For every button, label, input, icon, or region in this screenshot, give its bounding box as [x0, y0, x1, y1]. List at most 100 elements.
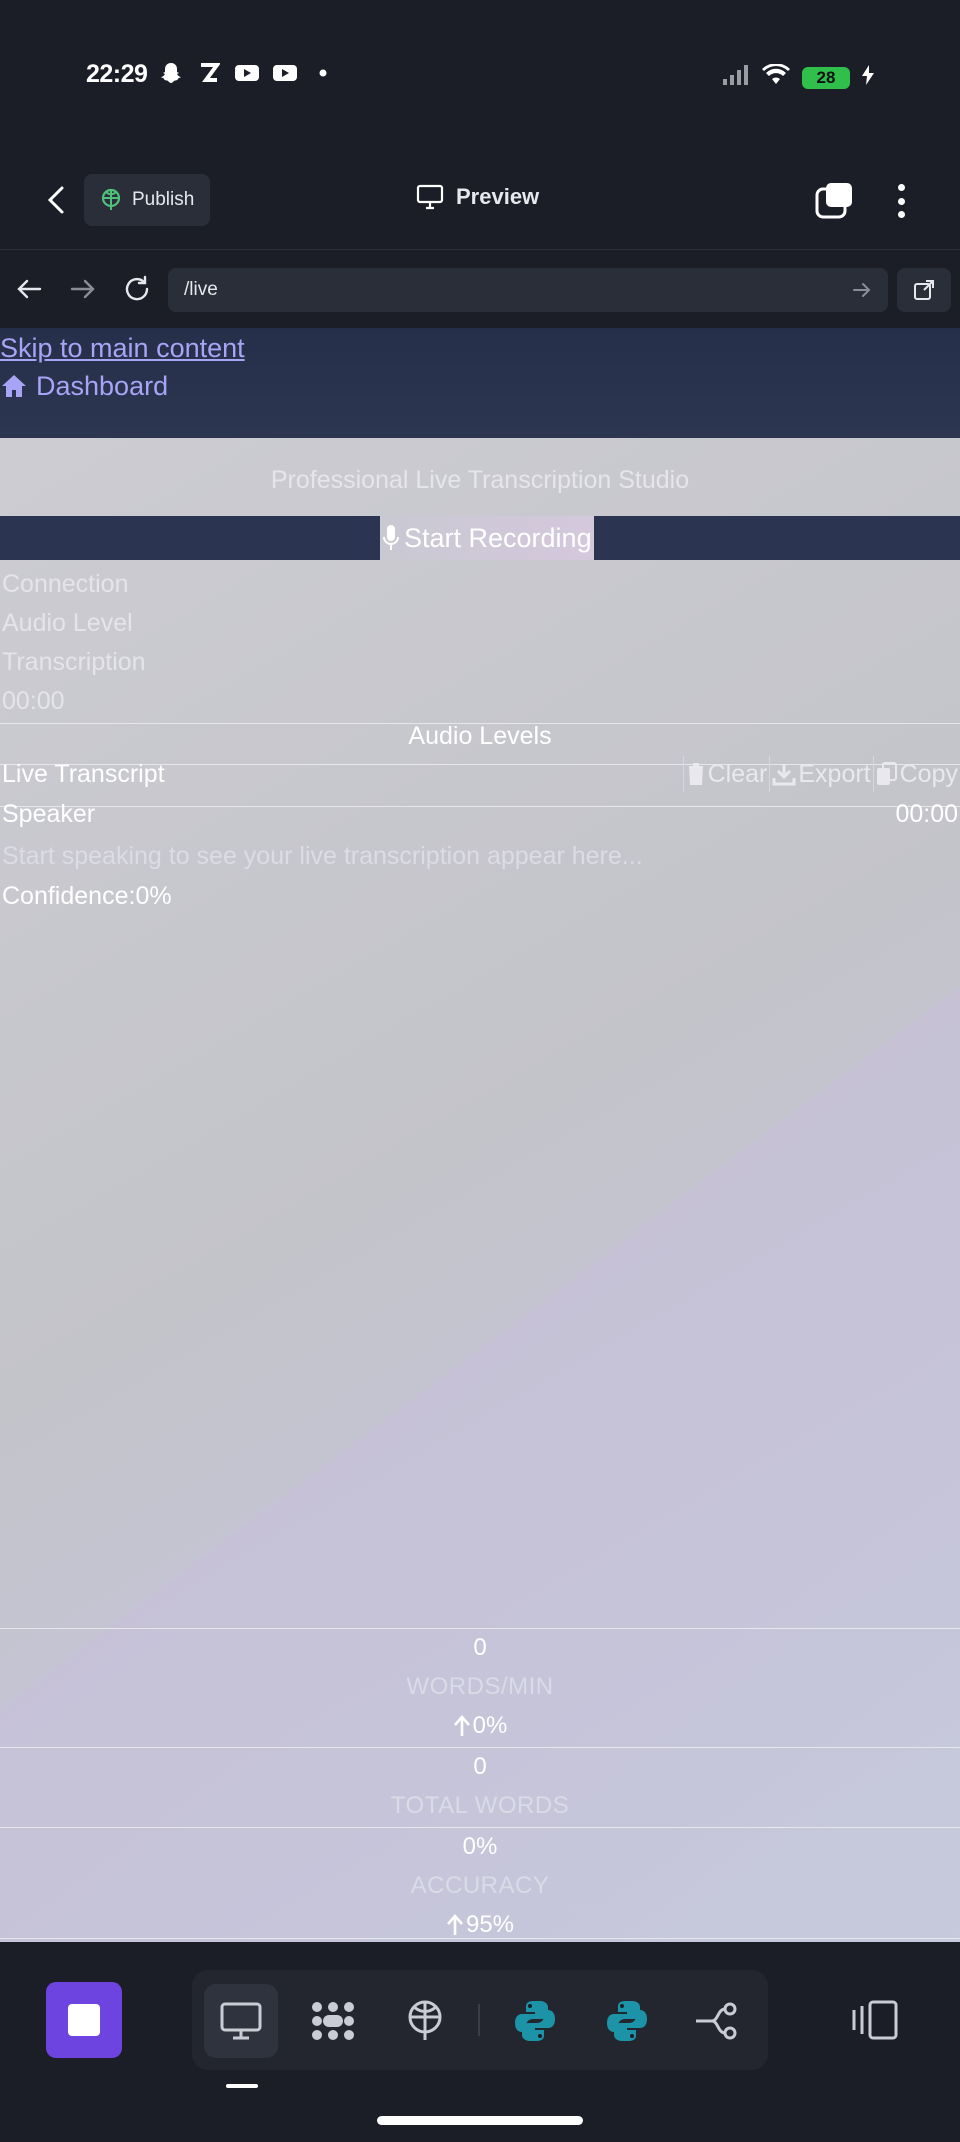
open-external-button[interactable] — [897, 268, 951, 312]
metric-total-words-label: TOTAL WORDS — [390, 1792, 570, 1819]
bottom-toolbar — [0, 1942, 960, 2142]
youtube-icon — [234, 62, 260, 84]
youtube-icon — [272, 62, 298, 84]
status-transcription: Transcription — [2, 648, 146, 676]
live-transcript-title: Live Transcript — [2, 760, 165, 788]
dashboard-link[interactable]: Dashboard — [0, 366, 960, 406]
preview-label: Preview — [456, 184, 540, 209]
side-panel-icon — [852, 2000, 898, 2040]
metric-accuracy-change: 95% — [0, 1911, 960, 1939]
pipelines-icon — [312, 2002, 354, 2040]
confidence-readout: Confidence:0% — [2, 882, 172, 911]
transcription-studio: Professional Live Transcription Studio S… — [0, 438, 960, 1942]
arrow-left-icon — [17, 279, 42, 299]
metric-accuracy-label: ACCURACY — [410, 1872, 550, 1899]
status-time: 22:29 — [86, 60, 148, 88]
active-tab-indicator — [226, 2084, 258, 2088]
copy-button[interactable]: Copy — [872, 756, 960, 792]
home-indicator[interactable] — [377, 2116, 583, 2125]
tabs-icon — [815, 183, 852, 219]
browser-bar: /live — [0, 250, 960, 328]
url-text: /live — [184, 279, 218, 300]
web-preview: Skip to main content Dashboard Professio… — [0, 328, 960, 1942]
confidence-label: Confidence: — [2, 882, 136, 910]
clear-button[interactable]: Clear — [682, 756, 770, 792]
tabs-button[interactable] — [814, 180, 856, 222]
publish-label: Publish — [132, 189, 195, 210]
speaker-timestamp: 00:00 — [895, 800, 958, 828]
download-icon — [772, 764, 796, 786]
monitor-icon — [416, 184, 444, 210]
site-nav: Skip to main content Dashboard — [0, 328, 960, 438]
preview-toggle[interactable]: Preview — [416, 184, 539, 210]
go-arrow-icon[interactable] — [852, 282, 872, 298]
copy-label: Copy — [899, 759, 958, 788]
transcript-actions: Clear Export Copy — [682, 756, 960, 792]
external-link-icon — [914, 280, 934, 300]
reload-button[interactable] — [120, 272, 154, 306]
audio-levels-heading: Audio Levels — [408, 722, 552, 750]
system-icons: 28 — [722, 63, 874, 91]
export-button[interactable]: Export — [769, 756, 872, 792]
clear-label: Clear — [707, 759, 768, 788]
publish-button[interactable]: Publish — [84, 174, 211, 226]
tool-group — [192, 1970, 768, 2070]
python-icon — [515, 2001, 555, 2041]
python-tool-2[interactable] — [590, 1984, 664, 2058]
arrow-right-icon — [70, 279, 95, 299]
python-tool-1[interactable] — [498, 1984, 572, 2058]
skip-to-content-link[interactable]: Skip to main content — [0, 328, 960, 366]
page-title: Professional Live Transcription Studio — [270, 466, 690, 494]
reload-icon — [125, 275, 149, 301]
copy-icon — [876, 762, 897, 785]
record-bar: Start Recording — [0, 516, 960, 560]
pipelines-tool[interactable] — [296, 1984, 370, 2058]
change-value: 0% — [472, 1712, 508, 1739]
microphone-icon — [383, 525, 399, 550]
dot-icon — [310, 62, 336, 84]
python-icon — [607, 2001, 647, 2041]
dashboard-label: Dashboard — [36, 371, 169, 401]
status-connection: Connection — [2, 570, 129, 598]
home-icon — [2, 375, 26, 397]
start-recording-button[interactable]: Start Recording — [380, 516, 594, 560]
back-button[interactable] — [36, 180, 76, 220]
change-value: 95% — [465, 1911, 515, 1938]
browser-forward-button[interactable] — [66, 272, 100, 306]
url-input[interactable]: /live — [168, 268, 888, 312]
battery-indicator: 28 — [802, 66, 850, 89]
snapchat-icon — [158, 62, 184, 84]
trash-icon — [686, 763, 705, 785]
zepto-icon — [196, 62, 222, 84]
notification-icons — [158, 62, 336, 84]
status-timer: 00:00 — [2, 687, 65, 715]
metric-words-per-min-change: 0% — [0, 1712, 960, 1740]
browser-back-button[interactable] — [12, 272, 46, 306]
metric-total-words-value: 0 — [473, 1753, 487, 1780]
deploy-icon — [408, 2000, 442, 2040]
wifi-icon — [762, 63, 790, 91]
charging-icon — [862, 65, 874, 90]
arrow-up-icon — [446, 1914, 463, 1935]
stop-button[interactable] — [46, 1982, 122, 2058]
stop-icon — [68, 2004, 100, 2036]
desktop-icon — [220, 2002, 262, 2040]
transcript-placeholder: Start speaking to see your live transcri… — [2, 842, 643, 870]
chevron-left-icon — [47, 186, 64, 214]
metric-words-per-min-label: WORDS/MIN — [406, 1673, 554, 1700]
branch-icon — [696, 2002, 737, 2040]
status-audio-level: Audio Level — [2, 609, 133, 637]
confidence-value: 0% — [135, 882, 172, 910]
branch-tool[interactable] — [680, 1984, 754, 2058]
deploy-tool[interactable] — [388, 1984, 462, 2058]
signal-icon — [722, 64, 750, 91]
side-panel-button[interactable] — [850, 1998, 900, 2042]
speaker-label: Speaker — [2, 800, 96, 828]
publish-icon — [101, 188, 121, 210]
status-bar: 22:29 28 — [0, 0, 960, 150]
metric-words-per-min-value: 0 — [473, 1634, 487, 1661]
desktop-tool[interactable] — [204, 1984, 278, 2058]
more-options-button[interactable] — [886, 178, 916, 224]
export-label: Export — [798, 759, 871, 788]
arrow-up-icon — [453, 1715, 470, 1736]
